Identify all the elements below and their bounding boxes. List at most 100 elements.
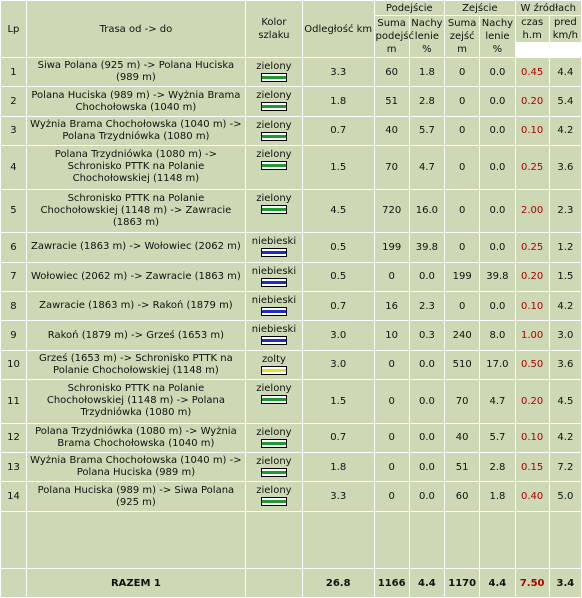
cell-ascent-slope: 0.0 <box>409 482 445 511</box>
cell-trail-color: zielony <box>245 116 302 146</box>
cell-distance: 1.8 <box>302 87 374 116</box>
cell-ascent-slope: 0.0 <box>409 423 445 453</box>
cell-ascent-sum: 0 <box>374 262 409 292</box>
trail-marker-icon <box>260 438 287 448</box>
cell-descent-sum: 60 <box>445 482 480 511</box>
cell-ascent-sum: 0 <box>374 350 409 380</box>
cell-time: 0.10 <box>515 292 549 321</box>
cell-ascent-sum: 51 <box>374 87 409 116</box>
header-descent-slope: Nachy lenie % <box>480 16 515 57</box>
cell-ascent-sum: 199 <box>374 233 409 262</box>
cell-trail-color: zolty <box>245 350 302 380</box>
header-sources-group: W źródłach <box>515 1 581 15</box>
cell-descent-sum: 70 <box>445 380 480 423</box>
trail-marker-icon <box>260 204 287 214</box>
cell-descent-sum: 51 <box>445 453 480 482</box>
table-row: 14 Polana Huciska (989 m) -> Siwa Polana … <box>1 482 581 511</box>
cell-ascent-sum: 10 <box>374 321 409 350</box>
cell-lp: 9 <box>1 321 26 350</box>
cell-speed: 7.2 <box>549 453 581 482</box>
cell-ascent-slope: 0.0 <box>409 380 445 423</box>
cell-lp: 7 <box>1 262 26 292</box>
cell-route: Rakoń (1879 m) -> Grześ (1653 m) <box>26 321 245 350</box>
route-table: Lp Trasa od -> do Kolor szlaku Odległość… <box>0 0 582 598</box>
cell-ascent-slope: 0.0 <box>409 262 445 292</box>
header-descent-group: Zejście <box>445 1 515 15</box>
header-distance: Odległość km <box>302 1 374 57</box>
cell-route: Siwa Polana (925 m) -> Polana Huciska (9… <box>26 58 245 87</box>
table-row: 5 Schronisko PTTK na Polanie Chochołowski… <box>1 189 581 233</box>
cell-speed: 3.0 <box>549 321 581 350</box>
total-label: RAZEM 1 <box>26 569 245 597</box>
cell-speed: 3.6 <box>549 146 581 189</box>
cell-descent-slope: 0.0 <box>480 58 515 87</box>
cell-trail-color: zielony <box>245 380 302 423</box>
table-row: 9 Rakoń (1879 m) -> Grześ (1653 m) niebies… <box>1 321 581 350</box>
total-ascent-slope: 4.4 <box>409 569 445 597</box>
trail-color-name: niebieski <box>251 236 297 248</box>
cell-lp: 13 <box>1 453 26 482</box>
cell-speed: 4.2 <box>549 292 581 321</box>
cell-distance: 1.5 <box>302 380 374 423</box>
trail-color-name: zolty <box>261 353 286 365</box>
cell-descent-sum: 510 <box>445 350 480 380</box>
cell-trail-color: zielony <box>245 482 302 511</box>
cell-lp: 4 <box>1 146 26 189</box>
table-row: 10 Grześ (1653 m) -> Schronisko PTTK na P… <box>1 350 581 380</box>
trail-color-name: niebieski <box>251 265 297 277</box>
cell-ascent-sum: 720 <box>374 189 409 233</box>
cell-descent-slope: 4.7 <box>480 380 515 423</box>
cell-ascent-slope: 0.3 <box>409 321 445 350</box>
cell-descent-slope: 1.8 <box>480 482 515 511</box>
cell-ascent-sum: 16 <box>374 292 409 321</box>
cell-trail-color: niebieski <box>245 292 302 321</box>
cell-descent-sum: 0 <box>445 292 480 321</box>
table-row: 8 Zawracie (1863 m) -> Rakoń (1879 m) nieb… <box>1 292 581 321</box>
cell-ascent-sum: 40 <box>374 116 409 146</box>
trail-marker-icon <box>260 277 287 287</box>
cell-descent-slope: 0.0 <box>480 146 515 189</box>
total-row: RAZEM 1 26.8 1166 4.4 1170 4.4 7.50 3.4 <box>1 569 581 597</box>
total-time: 7.50 <box>515 569 549 597</box>
table-row: 13 Wyżnia Brama Chochołowska (1040 m) -> … <box>1 453 581 482</box>
cell-ascent-sum: 60 <box>374 58 409 87</box>
cell-lp: 12 <box>1 423 26 453</box>
cell-lp: 1 <box>1 58 26 87</box>
cell-ascent-slope: 2.8 <box>409 87 445 116</box>
table-row: 7 Wołowiec (2062 m) -> Zawracie (1863 m) n… <box>1 262 581 292</box>
cell-time: 0.40 <box>515 482 549 511</box>
trail-marker-icon <box>260 336 287 346</box>
cell-ascent-slope: 0.0 <box>409 453 445 482</box>
header-speed: pred km/h <box>549 16 581 42</box>
cell-distance: 4.5 <box>302 189 374 233</box>
cell-speed: 4.2 <box>549 116 581 146</box>
cell-ascent-slope: 2.3 <box>409 292 445 321</box>
header-descent-sum: Suma zejść m <box>445 16 480 57</box>
trail-color-name: zielony <box>256 426 292 438</box>
cell-time: 0.45 <box>515 58 549 87</box>
cell-time: 0.10 <box>515 423 549 453</box>
cell-route: Polana Huciska (989 m) -> Siwa Polana (9… <box>26 482 245 511</box>
cell-time: 0.25 <box>515 233 549 262</box>
trail-marker-icon <box>260 73 287 82</box>
cell-time: 0.20 <box>515 380 549 423</box>
cell-descent-slope: 0.0 <box>480 233 515 262</box>
trail-color-name: zielony <box>256 485 292 497</box>
trail-color-name: zielony <box>256 119 292 131</box>
cell-route: Wołowiec (2062 m) -> Zawracie (1863 m) <box>26 262 245 292</box>
cell-ascent-sum: 0 <box>374 482 409 511</box>
cell-trail-color: zielony <box>245 423 302 453</box>
cell-trail-color: zielony <box>245 87 302 116</box>
cell-time: 0.20 <box>515 262 549 292</box>
cell-distance: 3.0 <box>302 321 374 350</box>
cell-descent-sum: 240 <box>445 321 480 350</box>
cell-speed: 4.2 <box>549 423 581 453</box>
cell-trail-color: niebieski <box>245 321 302 350</box>
cell-ascent-slope: 0.0 <box>409 350 445 380</box>
cell-ascent-sum: 70 <box>374 146 409 189</box>
cell-distance: 0.7 <box>302 423 374 453</box>
trail-marker-icon <box>260 497 287 507</box>
trail-marker-icon <box>260 161 287 171</box>
cell-lp: 8 <box>1 292 26 321</box>
cell-time: 0.20 <box>515 87 549 116</box>
